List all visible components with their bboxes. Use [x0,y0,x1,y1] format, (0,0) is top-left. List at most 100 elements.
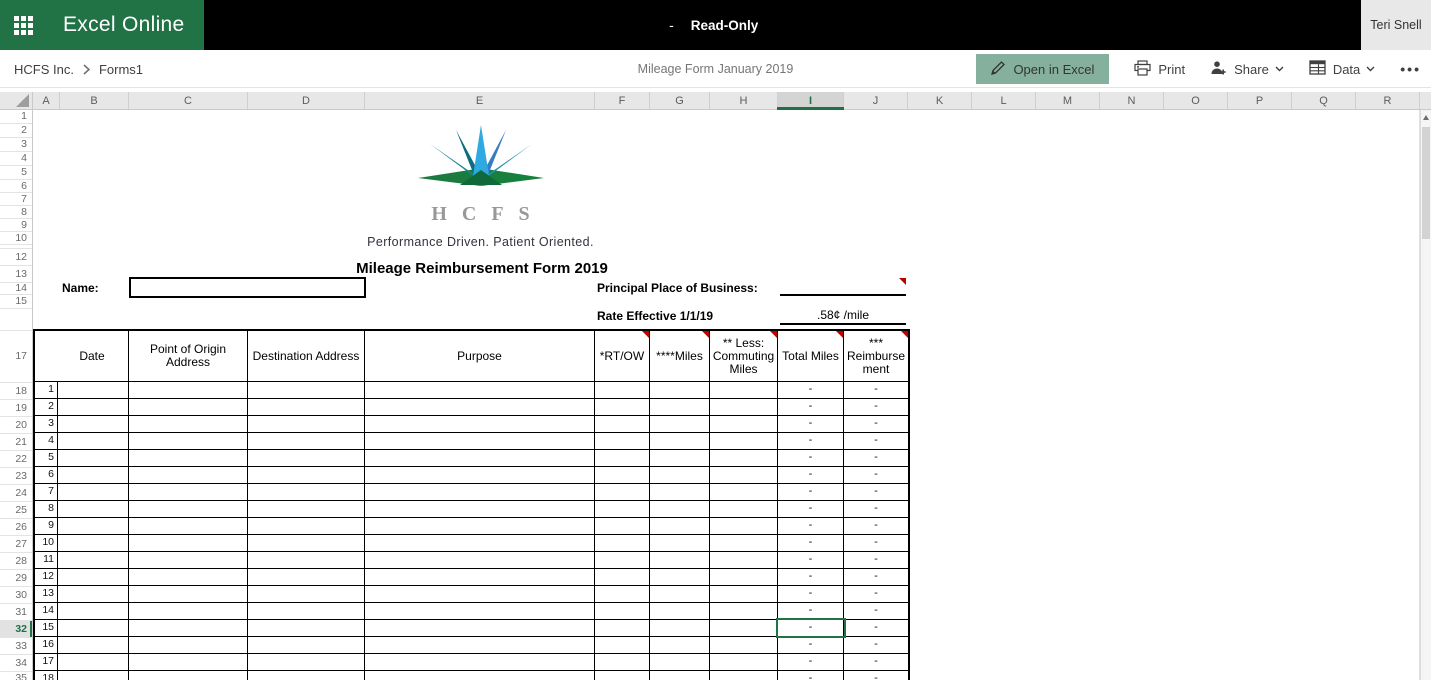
entry-cell[interactable] [129,518,248,534]
entry-cell[interactable] [650,382,710,398]
row-number-cell[interactable]: 18 [35,671,58,680]
entry-cell[interactable] [248,433,365,449]
row-header-27[interactable]: 27 [0,536,32,553]
entry-cell[interactable] [595,586,650,602]
column-header-L[interactable]: L [972,92,1036,109]
entry-cell[interactable] [248,399,365,415]
column-header-H[interactable]: H [710,92,778,109]
column-header-A[interactable]: A [33,92,60,109]
total-miles-cell[interactable]: - [778,416,844,432]
entry-cell[interactable] [248,603,365,619]
row-number-cell[interactable]: 2 [35,399,58,415]
entry-cell[interactable] [710,620,778,636]
total-miles-cell[interactable]: - [778,654,844,670]
table-header-cell[interactable]: *** Reimbursement [844,331,908,381]
entry-cell[interactable] [595,450,650,466]
entry-cell[interactable] [129,501,248,517]
app-launcher-icon[interactable] [14,16,33,35]
column-header-D[interactable]: D [248,92,365,109]
entry-cell[interactable] [365,535,595,551]
row-header-34[interactable]: 34 [0,655,32,672]
entry-cell[interactable] [710,433,778,449]
row-number-cell[interactable]: 9 [35,518,58,534]
column-header-E[interactable]: E [365,92,595,109]
row-header-3[interactable]: 3 [0,138,32,152]
entry-cell[interactable] [365,450,595,466]
entry-cell[interactable] [248,569,365,585]
row-number-cell[interactable]: 16 [35,637,58,653]
entry-cell[interactable] [248,518,365,534]
entry-cell[interactable] [595,569,650,585]
entry-cell[interactable] [650,552,710,568]
entry-cell[interactable] [365,399,595,415]
entry-cell[interactable] [710,399,778,415]
entry-cell[interactable] [365,484,595,500]
row-number-cell[interactable]: 11 [35,552,58,568]
entry-cell[interactable] [248,586,365,602]
breadcrumb-current[interactable]: Forms1 [99,62,143,77]
entry-cell[interactable] [129,603,248,619]
entry-cell[interactable] [365,637,595,653]
table-header-cell[interactable]: *RT/OW [595,331,650,381]
entry-cell[interactable] [650,586,710,602]
entry-cell[interactable] [710,518,778,534]
reimbursement-cell[interactable]: - [844,552,908,568]
entry-cell[interactable] [248,620,365,636]
entry-cell[interactable] [58,518,129,534]
entry-cell[interactable] [365,433,595,449]
table-header-cell[interactable]: Destination Address [248,331,365,381]
entry-cell[interactable] [248,501,365,517]
column-header-G[interactable]: G [650,92,710,109]
total-miles-cell[interactable]: - [778,450,844,466]
table-header-cell[interactable]: ** Less: Commuting Miles [710,331,778,381]
scrollbar-thumb[interactable] [1422,127,1430,239]
row-header-4[interactable]: 4 [0,152,32,166]
row-header-6[interactable]: 6 [0,180,32,193]
entry-cell[interactable] [365,603,595,619]
entry-cell[interactable] [710,552,778,568]
row-header-22[interactable]: 22 [0,451,32,468]
row-header-12[interactable]: 12 [0,249,32,266]
data-button[interactable]: Data [1309,60,1375,78]
entry-cell[interactable] [365,467,595,483]
entry-cell[interactable] [58,382,129,398]
entry-cell[interactable] [710,467,778,483]
entry-cell[interactable] [710,450,778,466]
total-miles-cell[interactable]: - [778,484,844,500]
print-button[interactable]: Print [1134,60,1185,79]
principal-place-input-cell[interactable] [780,282,906,296]
row-header-8[interactable]: 8 [0,206,32,219]
entry-cell[interactable] [595,552,650,568]
entry-cell[interactable] [129,535,248,551]
entry-cell[interactable] [58,586,129,602]
user-menu[interactable]: Teri Snell [1361,0,1431,50]
entry-cell[interactable] [650,399,710,415]
table-header-cell[interactable]: Point of Origin Address [129,331,248,381]
row-number-cell[interactable]: 8 [35,501,58,517]
entry-cell[interactable] [58,467,129,483]
row-number-cell[interactable]: 17 [35,654,58,670]
entry-cell[interactable] [248,654,365,670]
entry-cell[interactable] [650,535,710,551]
row-header-25[interactable]: 25 [0,502,32,519]
row-header-15[interactable]: 15 [0,295,32,309]
total-miles-cell[interactable]: - [778,518,844,534]
rate-value-cell[interactable]: .58¢ /mile [780,308,906,325]
row-number-cell[interactable]: 7 [35,484,58,500]
entry-cell[interactable] [710,603,778,619]
entry-cell[interactable] [650,603,710,619]
entry-cell[interactable] [650,654,710,670]
entry-cell[interactable] [365,416,595,432]
more-commands-button[interactable]: ••• [1400,61,1421,77]
entry-cell[interactable] [129,450,248,466]
entry-cell[interactable] [595,603,650,619]
row-header-20[interactable]: 20 [0,417,32,434]
entry-cell[interactable] [129,467,248,483]
reimbursement-cell[interactable]: - [844,467,908,483]
entry-cell[interactable] [58,416,129,432]
column-header-O[interactable]: O [1164,92,1228,109]
column-header-M[interactable]: M [1036,92,1100,109]
entry-cell[interactable] [365,552,595,568]
entry-cell[interactable] [365,620,595,636]
entry-cell[interactable] [365,654,595,670]
